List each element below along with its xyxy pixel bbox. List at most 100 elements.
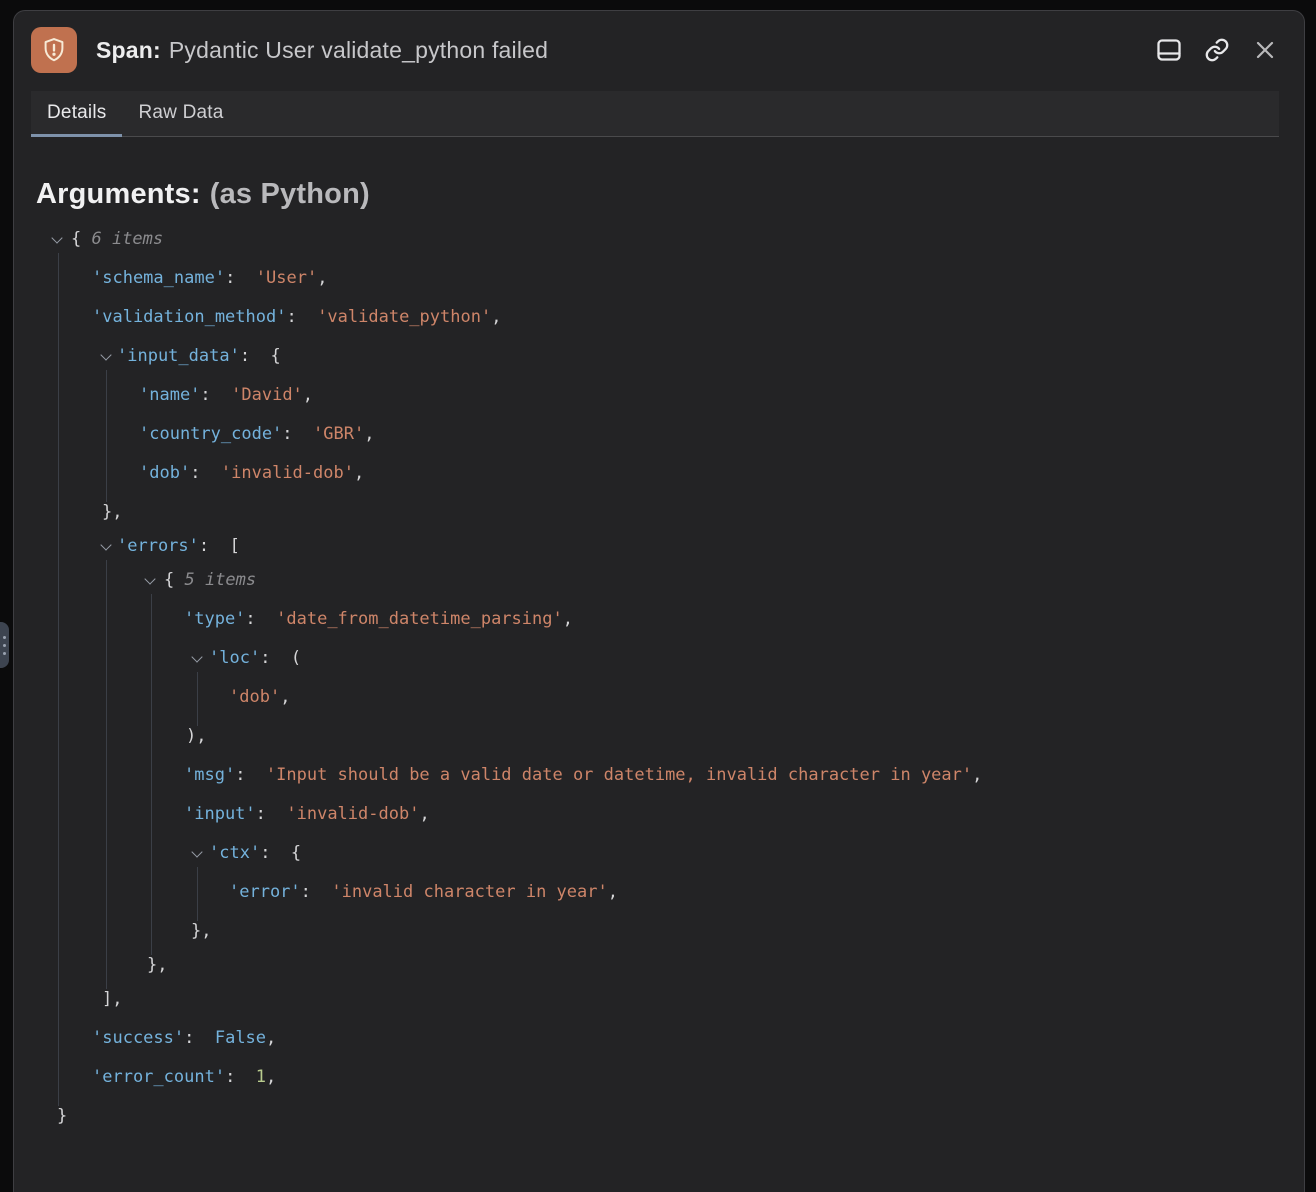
tree-row: ], (14, 982, 1279, 1016)
dock-panel-icon (1156, 37, 1182, 63)
arguments-heading-suffix: (as Python) (210, 178, 370, 210)
chevron-down-icon[interactable] (101, 541, 112, 552)
tree-token: 'msg' (184, 765, 235, 785)
tree-row: 'loc': ( (14, 641, 1279, 675)
tree-token: 6 items (91, 229, 163, 249)
tree-row: { 5 items (14, 563, 1279, 597)
tree-token: : { (260, 843, 301, 863)
tree-token: 'error' (229, 882, 301, 902)
tree-token: 'User' (256, 268, 317, 288)
chevron-down-icon[interactable] (145, 575, 156, 586)
tree-row: 'name': 'David', (14, 378, 1279, 412)
span-title: Span: Pydantic User validate_python faile… (96, 37, 1150, 64)
tree-token: { (164, 570, 184, 590)
header-actions (1150, 31, 1284, 69)
panel-header: Span: Pydantic User validate_python faile… (14, 11, 1304, 87)
tree-token: ], (102, 989, 122, 1009)
tree-row: }, (14, 914, 1279, 948)
indent-guide (106, 560, 107, 989)
tree-token: } (57, 1106, 67, 1126)
tree-token: { (71, 229, 91, 249)
tree-token: 'invalid character in year' (331, 882, 607, 902)
tree-token: 'date_from_datetime_parsing' (276, 609, 563, 629)
chevron-down-icon[interactable] (192, 653, 203, 664)
tab-details[interactable]: Details (31, 91, 122, 137)
tree-token: : (245, 609, 276, 629)
tree-token: : (282, 424, 313, 444)
tree-token: , (266, 1028, 276, 1048)
indent-guide (197, 867, 198, 921)
tree-token: 'dob' (229, 687, 280, 707)
copy-link-button[interactable] (1198, 31, 1236, 69)
tree-token: 'country_code' (139, 424, 282, 444)
tree-row: 'error': 'invalid character in year', (14, 875, 1279, 909)
indent-guide (58, 253, 59, 1106)
tree-row: }, (14, 495, 1279, 529)
tree-token: 'dob' (139, 463, 190, 483)
chevron-down-icon[interactable] (192, 848, 203, 859)
chevron-down-icon[interactable] (101, 351, 112, 362)
tree-token: 'schema_name' (92, 268, 225, 288)
tree-token: , (972, 765, 982, 785)
close-icon (1253, 38, 1277, 62)
tree-row: 'msg': 'Input should be a valid date or … (14, 758, 1279, 792)
tree-token: , (608, 882, 618, 902)
tree-token: 'validate_python' (317, 307, 491, 327)
tree-row: } (14, 1099, 1279, 1133)
tree-token: 'invalid-dob' (286, 804, 419, 824)
drawer-resize-handle[interactable] (0, 622, 9, 668)
span-title-prefix: Span: (96, 37, 161, 63)
tree-token: , (280, 687, 290, 707)
tree-row: 'dob', (14, 680, 1279, 714)
tree-token: }, (102, 502, 122, 522)
tree-row: ), (14, 719, 1279, 753)
tree-token: : (256, 804, 287, 824)
tree-token: , (491, 307, 501, 327)
tree-token: 5 items (184, 570, 256, 590)
tree-token: 'success' (92, 1028, 184, 1048)
tree-token: }, (147, 955, 167, 975)
close-button[interactable] (1246, 31, 1284, 69)
tree-token: : (190, 463, 221, 483)
tree-token: , (364, 424, 374, 444)
tree-token: , (317, 268, 327, 288)
tree-token: , (563, 609, 573, 629)
tree-token: : (235, 765, 266, 785)
tree-row: }, (14, 948, 1279, 982)
arguments-tree: { 6 items'schema_name': 'User','validati… (14, 222, 1279, 1133)
tree-token: 'ctx' (209, 843, 260, 863)
tree-token: : (225, 268, 256, 288)
tree-token: : (200, 385, 231, 405)
tree-row: 'dob': 'invalid-dob', (14, 456, 1279, 490)
tree-token: , (266, 1067, 276, 1087)
dock-panel-button[interactable] (1150, 31, 1188, 69)
arguments-heading: Arguments: (as Python) (36, 178, 1279, 211)
tree-token: : (301, 882, 332, 902)
tree-token: ), (186, 726, 206, 746)
indent-guide (106, 370, 107, 502)
tree-token: , (419, 804, 429, 824)
tree-row: 'errors': [ (14, 529, 1279, 563)
indent-guide (197, 672, 198, 726)
tree-token: 'input_data' (117, 346, 240, 366)
tree-token: }, (191, 921, 211, 941)
tree-row: 'input': 'invalid-dob', (14, 797, 1279, 831)
tree-token: 'GBR' (313, 424, 364, 444)
link-icon (1204, 37, 1230, 63)
tree-token: False (215, 1028, 266, 1048)
tree-row: { 6 items (14, 222, 1279, 256)
tree-row: 'error_count': 1, (14, 1060, 1279, 1094)
arguments-heading-label: Arguments: (36, 178, 201, 210)
tree-token: 'invalid-dob' (221, 463, 354, 483)
tab-raw-data[interactable]: Raw Data (122, 91, 239, 137)
tree-token: 'input' (184, 804, 256, 824)
span-detail-panel: Span: Pydantic User validate_python faile… (13, 10, 1305, 1192)
tree-row: 'ctx': { (14, 836, 1279, 870)
tree-token: 'loc' (209, 648, 260, 668)
tree-token: : (225, 1067, 256, 1087)
details-content: Arguments: (as Python) { 6 items 'schema_n… (14, 178, 1304, 1133)
span-title-text: Pydantic User validate_python failed (169, 37, 548, 63)
tree-token: : [ (199, 536, 240, 556)
tree-token: , (303, 385, 313, 405)
chevron-down-icon[interactable] (52, 234, 63, 245)
